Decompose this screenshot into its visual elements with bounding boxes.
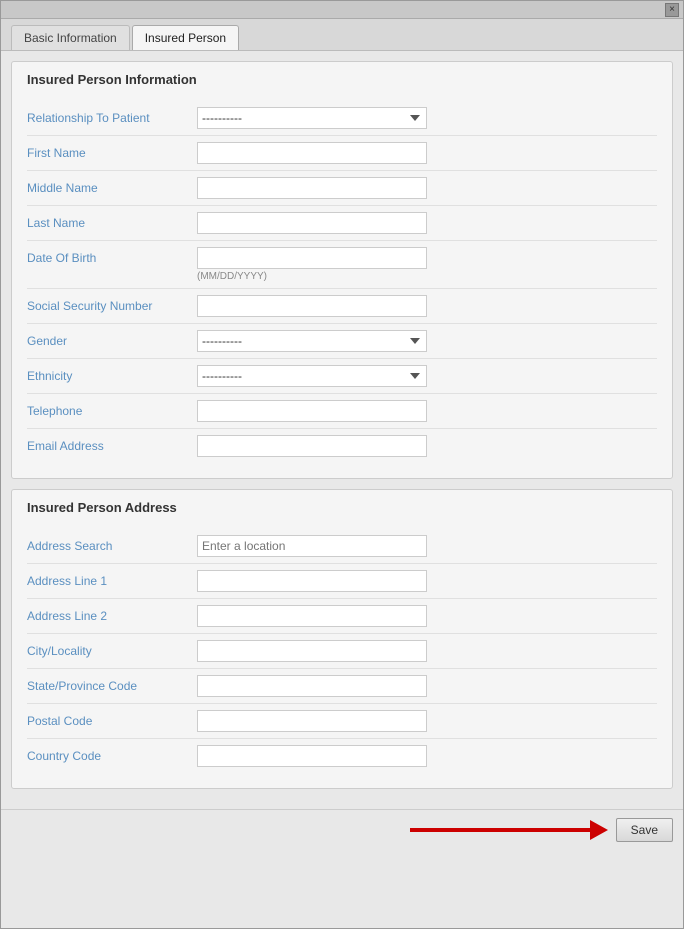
postal-code-row: Postal Code (27, 704, 657, 739)
relationship-label: Relationship To Patient (27, 107, 197, 125)
email-field (197, 435, 657, 457)
address-search-field (197, 535, 657, 557)
city-label: City/Locality (27, 640, 197, 658)
insured-person-info-title: Insured Person Information (27, 72, 657, 91)
postal-code-field (197, 710, 657, 732)
ethnicity-select[interactable]: ---------- (197, 365, 427, 387)
main-window: × Basic Information Insured Person Insur… (0, 0, 684, 929)
close-button[interactable]: × (665, 3, 679, 17)
tab-basic-information[interactable]: Basic Information (11, 25, 130, 50)
gender-row: Gender ---------- (27, 324, 657, 359)
first-name-input[interactable] (197, 142, 427, 164)
telephone-row: Telephone (27, 394, 657, 429)
relationship-row: Relationship To Patient ---------- (27, 101, 657, 136)
country-code-row: Country Code (27, 739, 657, 773)
ethnicity-label: Ethnicity (27, 365, 197, 383)
address-line2-row: Address Line 2 (27, 599, 657, 634)
ssn-field (197, 295, 657, 317)
insured-person-address-section: Insured Person Address Address Search Ad… (11, 489, 673, 789)
dob-label: Date Of Birth (27, 247, 197, 265)
gender-label: Gender (27, 330, 197, 348)
address-search-row: Address Search (27, 529, 657, 564)
dob-input[interactable] (197, 247, 427, 269)
tab-insured-person[interactable]: Insured Person (132, 25, 239, 50)
address-line2-field (197, 605, 657, 627)
relationship-field: ---------- (197, 107, 657, 129)
city-field (197, 640, 657, 662)
address-line1-row: Address Line 1 (27, 564, 657, 599)
address-search-input[interactable] (197, 535, 427, 557)
save-button[interactable]: Save (616, 818, 673, 842)
last-name-field (197, 212, 657, 234)
ethnicity-row: Ethnicity ---------- (27, 359, 657, 394)
telephone-input[interactable] (197, 400, 427, 422)
ssn-input[interactable] (197, 295, 427, 317)
dob-field: (MM/DD/YYYY) (197, 247, 657, 282)
last-name-input[interactable] (197, 212, 427, 234)
state-row: State/Province Code (27, 669, 657, 704)
state-label: State/Province Code (27, 675, 197, 693)
middle-name-label: Middle Name (27, 177, 197, 195)
ssn-label: Social Security Number (27, 295, 197, 313)
relationship-select[interactable]: ---------- (197, 107, 427, 129)
tab-bar: Basic Information Insured Person (1, 19, 683, 51)
country-code-label: Country Code (27, 745, 197, 763)
first-name-row: First Name (27, 136, 657, 171)
first-name-label: First Name (27, 142, 197, 160)
insured-person-info-section: Insured Person Information Relationship … (11, 61, 673, 479)
arrow-head-icon (590, 820, 608, 840)
address-line2-label: Address Line 2 (27, 605, 197, 623)
arrow-line (410, 828, 590, 832)
dob-row: Date Of Birth (MM/DD/YYYY) (27, 241, 657, 289)
middle-name-input[interactable] (197, 177, 427, 199)
postal-code-input[interactable] (197, 710, 427, 732)
middle-name-field (197, 177, 657, 199)
address-line1-input[interactable] (197, 570, 427, 592)
middle-name-row: Middle Name (27, 171, 657, 206)
address-line1-field (197, 570, 657, 592)
country-code-field (197, 745, 657, 767)
content-area: Insured Person Information Relationship … (1, 51, 683, 809)
telephone-field (197, 400, 657, 422)
dob-hint: (MM/DD/YYYY) (197, 271, 657, 282)
gender-field: ---------- (197, 330, 657, 352)
footer: Save (1, 809, 683, 850)
arrow-container (410, 820, 608, 840)
first-name-field (197, 142, 657, 164)
ssn-row: Social Security Number (27, 289, 657, 324)
state-input[interactable] (197, 675, 427, 697)
state-field (197, 675, 657, 697)
insured-person-address-title: Insured Person Address (27, 500, 657, 519)
last-name-row: Last Name (27, 206, 657, 241)
telephone-label: Telephone (27, 400, 197, 418)
title-bar: × (1, 1, 683, 19)
address-line1-label: Address Line 1 (27, 570, 197, 588)
email-row: Email Address (27, 429, 657, 463)
address-line2-input[interactable] (197, 605, 427, 627)
email-label: Email Address (27, 435, 197, 453)
city-row: City/Locality (27, 634, 657, 669)
gender-select[interactable]: ---------- (197, 330, 427, 352)
email-input[interactable] (197, 435, 427, 457)
postal-code-label: Postal Code (27, 710, 197, 728)
country-code-input[interactable] (197, 745, 427, 767)
address-search-label: Address Search (27, 535, 197, 553)
ethnicity-field: ---------- (197, 365, 657, 387)
last-name-label: Last Name (27, 212, 197, 230)
city-input[interactable] (197, 640, 427, 662)
